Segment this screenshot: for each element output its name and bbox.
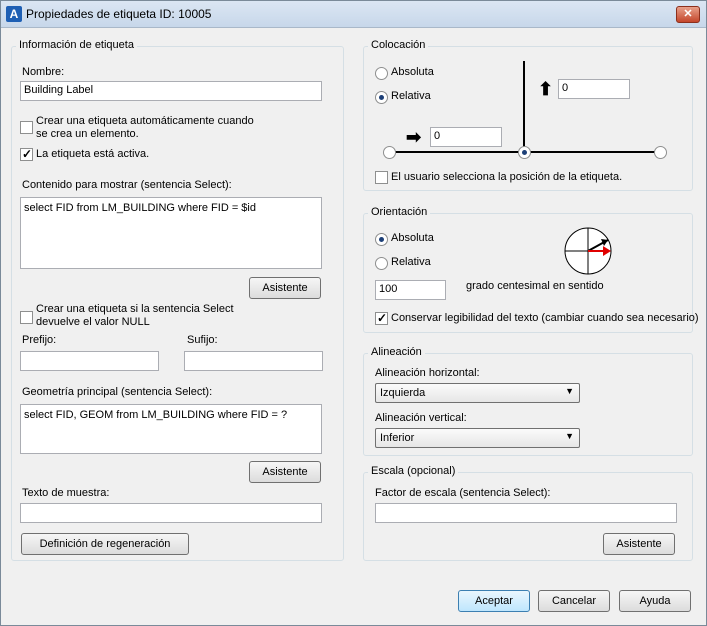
orientation-relative-radio[interactable] xyxy=(375,257,388,270)
suffix-input[interactable] xyxy=(184,351,323,371)
vertical-alignment-select[interactable]: Inferior ▼ xyxy=(375,428,580,448)
accept-button[interactable]: Aceptar xyxy=(458,590,530,612)
horizontal-alignment-select[interactable]: Izquierda ▼ xyxy=(375,383,580,403)
app-logo-icon: A xyxy=(6,6,22,22)
close-button[interactable]: ✕ xyxy=(676,6,700,23)
placement-x-input[interactable]: 0 xyxy=(430,127,502,147)
placement-diagram xyxy=(388,61,661,153)
content-textarea[interactable]: select FID from LM_BUILDING where FID = … xyxy=(20,197,322,269)
anchor-right-radio[interactable] xyxy=(654,146,667,159)
prefix-input[interactable] xyxy=(20,351,159,371)
scale-factor-input[interactable] xyxy=(375,503,677,523)
auto-create-checkbox[interactable] xyxy=(20,121,33,134)
null-label-checkbox[interactable] xyxy=(20,311,33,324)
title-bar[interactable]: A Propiedades de etiqueta ID: 10005 ✕ xyxy=(1,1,706,28)
placement-title: Colocación xyxy=(368,39,429,51)
orientation-absolute-label: Absoluta xyxy=(391,232,434,244)
user-select-checkbox[interactable] xyxy=(375,171,388,184)
sample-text-input[interactable] xyxy=(20,503,322,523)
orientation-value-input[interactable]: 100 xyxy=(375,280,446,300)
prefix-label: Prefijo: xyxy=(22,334,57,346)
auto-create-label-2: se crea un elemento. xyxy=(36,128,139,140)
anchor-center-radio[interactable] xyxy=(518,146,531,159)
legibility-checkbox[interactable] xyxy=(375,311,388,325)
label-active-checkbox[interactable] xyxy=(20,147,33,161)
chevron-down-icon: ▼ xyxy=(565,431,574,441)
geometry-label: Geometría principal (sentencia Select): xyxy=(22,386,213,398)
alignment-title: Alineación xyxy=(368,346,425,358)
anchor-left-radio[interactable] xyxy=(383,146,396,159)
vertical-alignment-value: Inferior xyxy=(380,432,415,444)
placement-y-input[interactable]: 0 xyxy=(558,79,630,99)
label-properties-dialog: A Propiedades de etiqueta ID: 10005 ✕ In… xyxy=(0,0,707,626)
null-label-2: devuelve el valor NULL xyxy=(36,316,150,328)
up-arrow-icon: ⬆ xyxy=(538,79,554,99)
orientation-absolute-radio[interactable] xyxy=(375,233,388,246)
legibility-label: Conservar legibilidad del texto (cambiar… xyxy=(391,312,699,324)
content-label: Contenido para mostrar (sentencia Select… xyxy=(22,179,232,191)
orientation-relative-label: Relativa xyxy=(391,256,431,268)
sample-text-label: Texto de muestra: xyxy=(22,487,110,499)
nombre-label: Nombre: xyxy=(22,66,65,78)
label-active-label: La etiqueta está activa. xyxy=(36,148,150,160)
regeneration-definition-button[interactable]: Definición de regeneración xyxy=(21,533,189,555)
orientation-units-label: grado centesimal en sentido xyxy=(466,280,604,292)
scale-title: Escala (opcional) xyxy=(368,465,459,477)
auto-create-label-1: Crear una etiqueta automáticamente cuand… xyxy=(36,115,254,127)
user-select-label: El usuario selecciona la posición de la … xyxy=(391,171,623,183)
content-wizard-button[interactable]: Asistente xyxy=(249,277,321,299)
window-title: Propiedades de etiqueta ID: 10005 xyxy=(26,7,212,21)
scale-factor-label: Factor de escala (sentencia Select): xyxy=(375,487,551,499)
chevron-down-icon: ▼ xyxy=(565,386,574,396)
orientation-dial-icon[interactable] xyxy=(563,226,613,276)
suffix-label: Sufijo: xyxy=(187,334,218,346)
right-arrow-icon: ➡ xyxy=(406,127,422,147)
help-button[interactable]: Ayuda xyxy=(619,590,691,612)
scale-wizard-button[interactable]: Asistente xyxy=(603,533,675,555)
horizontal-alignment-value: Izquierda xyxy=(380,387,426,399)
geometry-wizard-button[interactable]: Asistente xyxy=(249,461,321,483)
geometry-textarea[interactable]: select FID, GEOM from LM_BUILDING where … xyxy=(20,404,322,454)
null-label-1: Crear una etiqueta si la sentencia Selec… xyxy=(36,303,234,315)
orientation-title: Orientación xyxy=(368,206,431,218)
label-info-title: Información de etiqueta xyxy=(16,39,137,51)
cancel-button[interactable]: Cancelar xyxy=(538,590,610,612)
horizontal-alignment-label: Alineación horizontal: xyxy=(375,367,480,379)
vertical-alignment-label: Alineación vertical: xyxy=(375,412,467,424)
nombre-input[interactable]: Building Label xyxy=(20,81,322,101)
